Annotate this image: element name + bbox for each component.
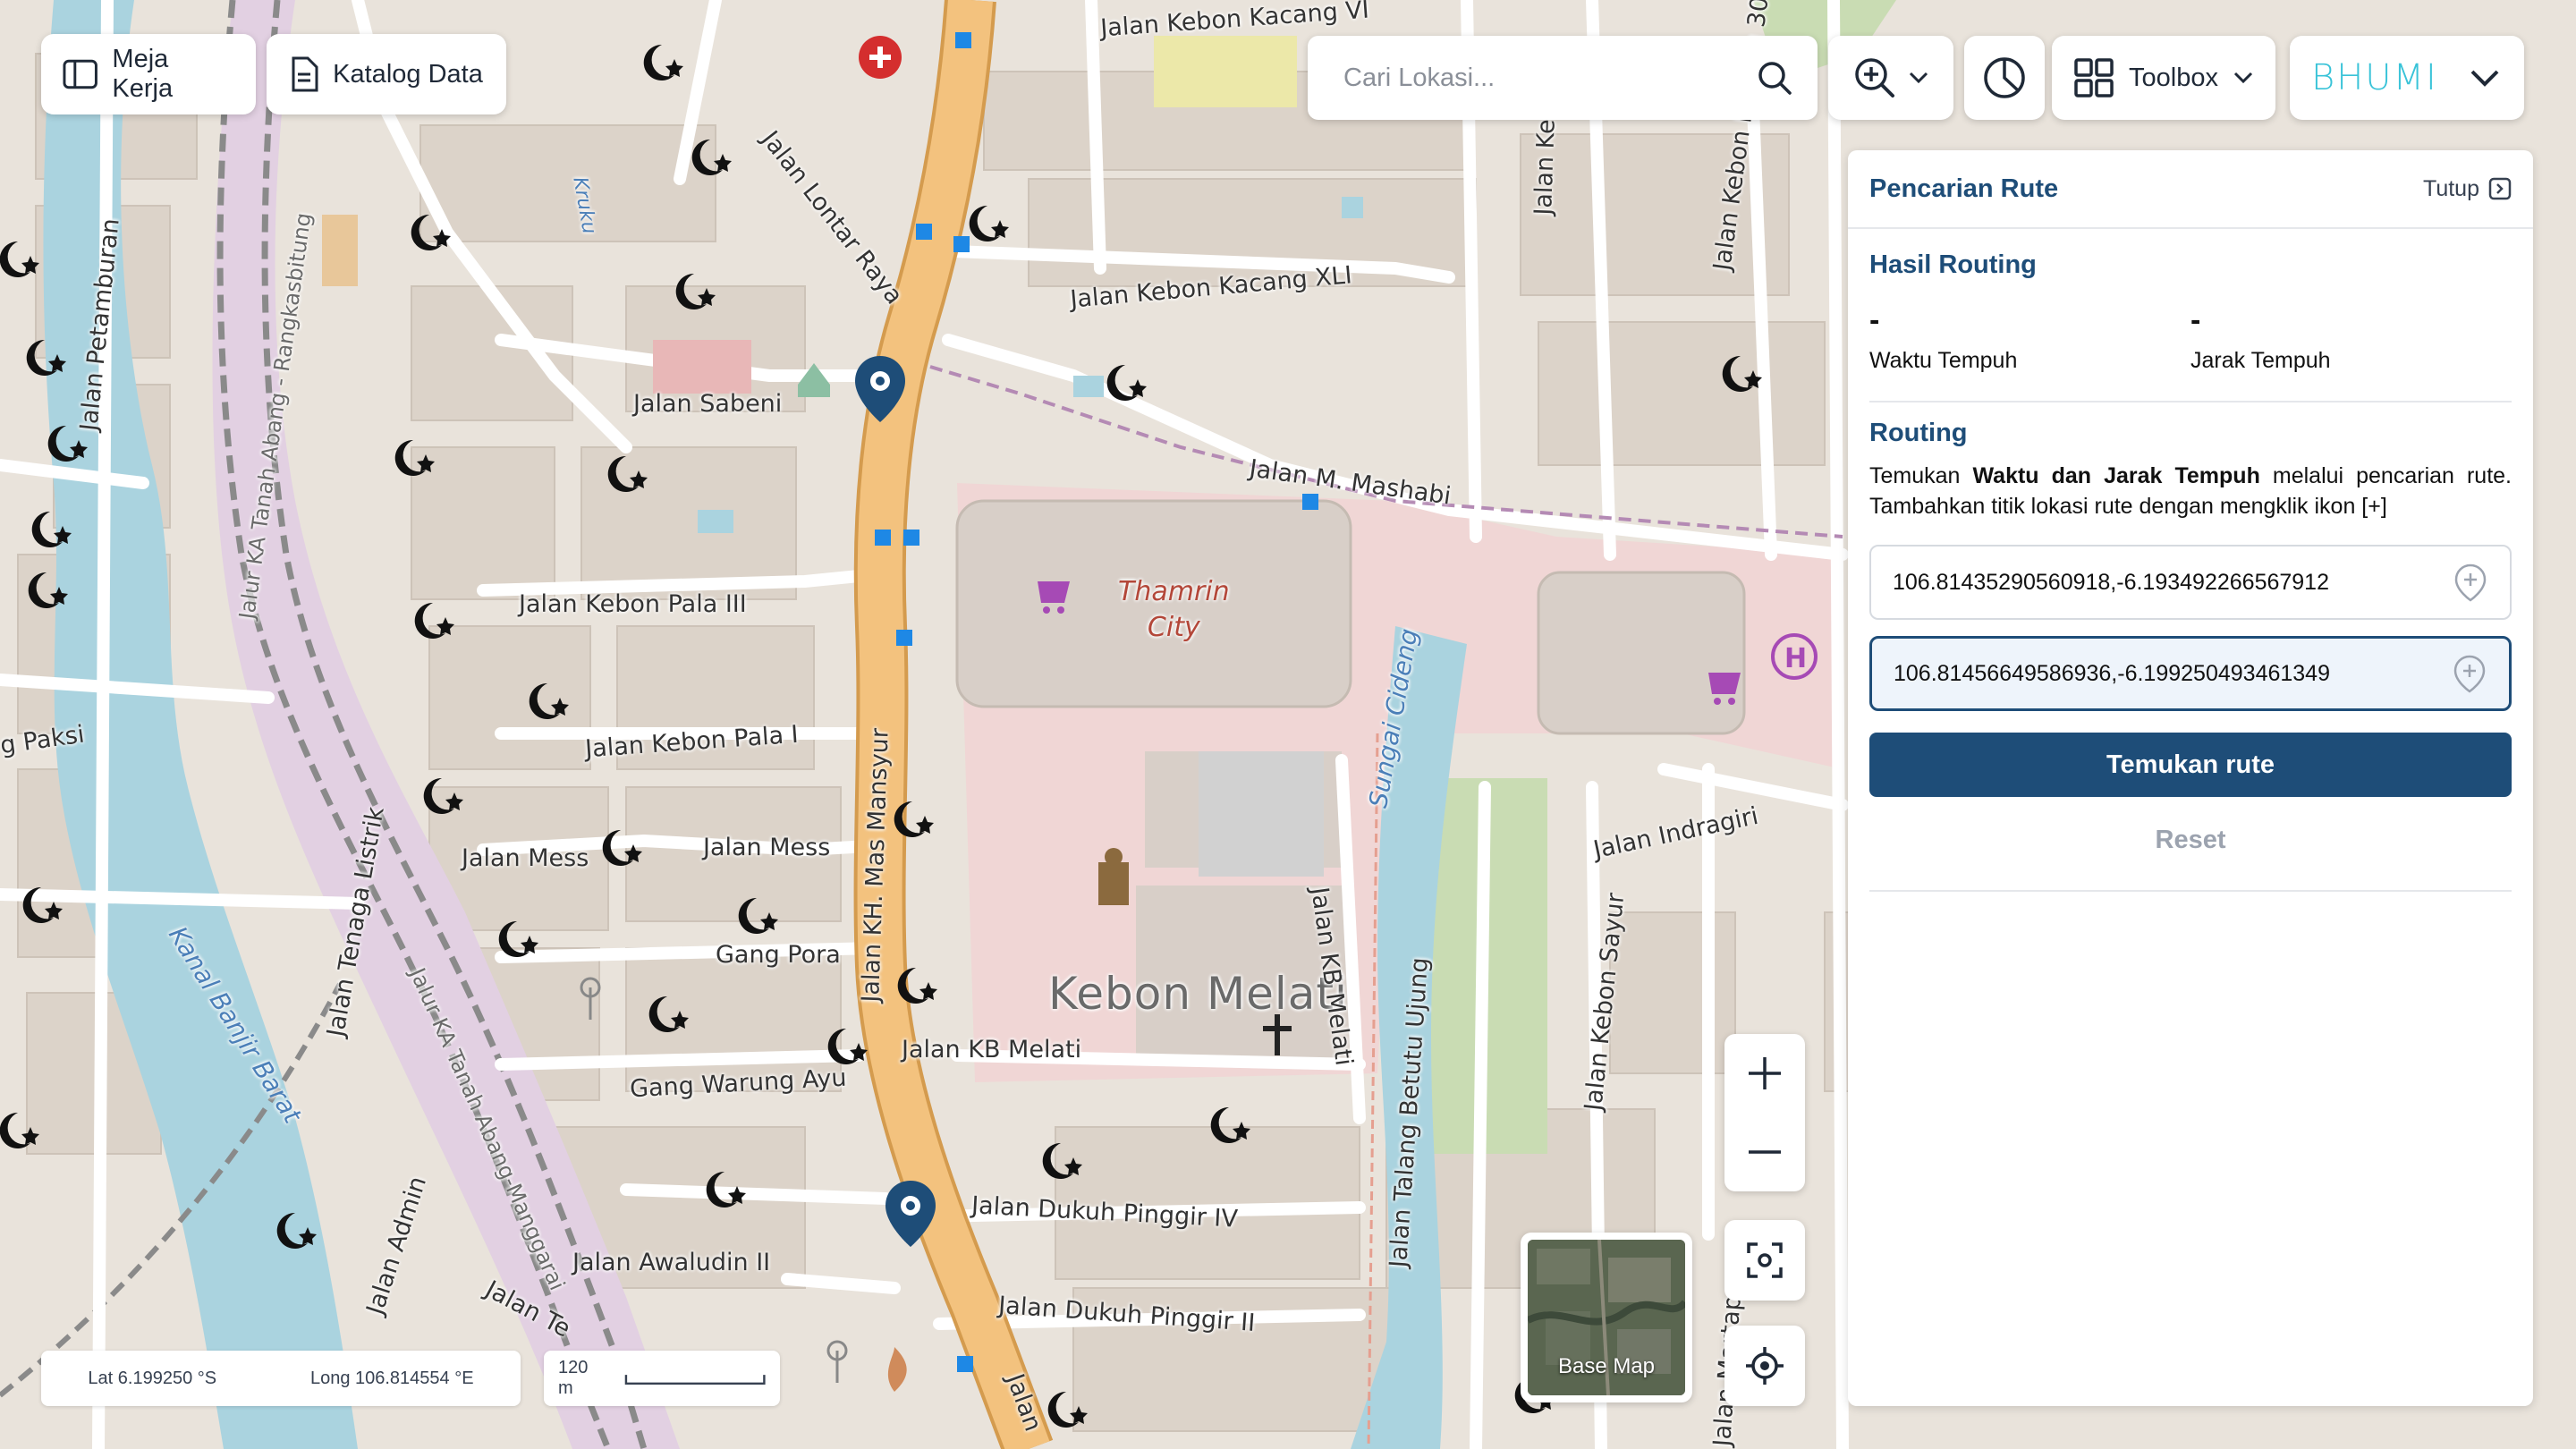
map-label: Jalan Ke — [1530, 118, 1561, 216]
routing-result-section: Hasil Routing - Waktu Tempuh - Jarak Tem… — [1848, 229, 2533, 402]
map-label-thamrin-city: Thamrin City — [1118, 576, 1230, 643]
routing-section: Routing Temukan Waktu dan Jarak Tempuh m… — [1848, 402, 2533, 892]
routing-title: Routing — [1869, 419, 1968, 447]
document-icon — [292, 56, 318, 92]
route-point-2-value: 106.81456649586936,-6.199250493461349 — [1894, 660, 2330, 686]
panel-title: Pencarian Rute — [1869, 174, 2059, 203]
travel-time-label: Waktu Tempuh — [1869, 348, 2018, 373]
zoom-in-button[interactable] — [1724, 1034, 1805, 1113]
zoom-tool-button[interactable] — [1828, 36, 1953, 120]
map-label: Jalan Mess — [462, 844, 589, 872]
panel-close-icon — [2488, 177, 2512, 200]
sidebar-panel-icon — [63, 59, 97, 89]
katalog-data-button[interactable]: Katalog Data — [267, 34, 506, 114]
latitude-value: Lat 6.199250 °S — [88, 1368, 217, 1388]
reset-button[interactable]: Reset — [1869, 808, 2512, 872]
analytics-button[interactable] — [1964, 36, 2045, 120]
divider — [1869, 890, 2512, 892]
zoom-in-icon — [1855, 58, 1894, 97]
travel-distance-label: Jarak Tempuh — [2190, 348, 2331, 373]
map-label-district: Kebon Melati — [1048, 968, 1348, 1020]
locate-icon — [1746, 1347, 1784, 1385]
route-point-1-field[interactable]: 106.81435290560918,-6.193492266567912 — [1869, 545, 2512, 620]
map-label: Jalan Awaludin II — [572, 1249, 771, 1276]
map-label: Jalan Mess — [703, 834, 831, 861]
minus-icon — [1749, 1150, 1781, 1154]
katalog-data-label: Katalog Data — [333, 59, 483, 89]
basemap-thumbnail: Base Map — [1528, 1240, 1685, 1395]
chevron-down-icon — [1909, 72, 1928, 84]
route-start-pin-icon[interactable] — [853, 354, 907, 426]
plus-icon — [1749, 1057, 1781, 1089]
travel-distance: - Jarak Tempuh — [2190, 305, 2512, 374]
focus-icon — [1747, 1242, 1783, 1278]
longitude-value: Long 106.814554 °E — [309, 1368, 474, 1388]
map-label: Gang Pora — [716, 941, 841, 969]
svg-text:H: H — [1784, 643, 1807, 674]
location-search — [1308, 36, 1818, 120]
travel-distance-value: - — [2190, 303, 2201, 337]
travel-time-value: - — [1869, 303, 1880, 337]
fullscreen-button[interactable] — [1724, 1220, 1805, 1301]
close-label: Tutup — [2422, 175, 2479, 201]
add-point-pin-icon[interactable] — [2453, 563, 2488, 602]
route-point-2-field[interactable]: 106.81456649586936,-6.199250493461349 — [1869, 636, 2512, 711]
basemap-switcher[interactable]: Base Map — [1521, 1233, 1692, 1402]
my-location-button[interactable] — [1724, 1326, 1805, 1406]
basemap-label: Base Map — [1557, 1354, 1656, 1378]
chevron-down-icon — [2470, 70, 2499, 87]
scale-ruler — [624, 1375, 766, 1385]
pie-chart-icon — [1984, 57, 2025, 98]
bhumi-logo: BHUMI — [2311, 57, 2438, 98]
search-input[interactable] — [1343, 63, 1757, 93]
route-search-panel: Pencarian Rute Tutup Hasil Routing - Wak… — [1848, 150, 2533, 1406]
zoom-out-button[interactable] — [1724, 1113, 1805, 1191]
routing-result-grid: - Waktu Tempuh - Jarak Tempuh — [1869, 305, 2512, 374]
toolbox-label: Toolbox — [2129, 63, 2218, 92]
chevron-down-icon — [2233, 72, 2253, 84]
travel-time: - Waktu Tempuh — [1869, 305, 2190, 374]
zoom-controls — [1724, 1034, 1805, 1191]
hasil-routing-title: Hasil Routing — [1869, 250, 2037, 279]
scale-label: 120 m — [558, 1358, 589, 1398]
scale-bar: 120 m — [544, 1351, 780, 1406]
route-point-1-value: 106.81435290560918,-6.193492266567912 — [1893, 569, 2329, 595]
find-route-button[interactable]: Temukan rute — [1869, 733, 2512, 797]
brand-menu[interactable]: BHUMI — [2290, 36, 2524, 120]
coordinate-readout: Lat 6.199250 °S Long 106.814554 °E — [41, 1351, 521, 1406]
meja-kerja-label: Meja Kerja — [112, 45, 174, 103]
map-label: Jalan Sabeni — [633, 390, 783, 418]
add-point-pin-icon[interactable] — [2452, 654, 2487, 693]
grid-icon — [2074, 58, 2114, 97]
route-end-pin-icon[interactable] — [884, 1179, 937, 1250]
meja-kerja-button[interactable]: Meja Kerja — [41, 34, 256, 114]
panel-header: Pencarian Rute Tutup — [1848, 150, 2533, 229]
toolbox-button[interactable]: Toolbox — [2052, 36, 2275, 120]
routing-description: Temukan Waktu dan Jarak Tempuh melalui p… — [1869, 463, 2512, 519]
search-icon[interactable] — [1757, 60, 1792, 96]
map-label: Jalan Kebon Pala III — [519, 590, 747, 618]
close-panel-button[interactable]: Tutup — [2423, 176, 2512, 202]
map-label: Jalan KB Melati — [902, 1036, 1082, 1063]
